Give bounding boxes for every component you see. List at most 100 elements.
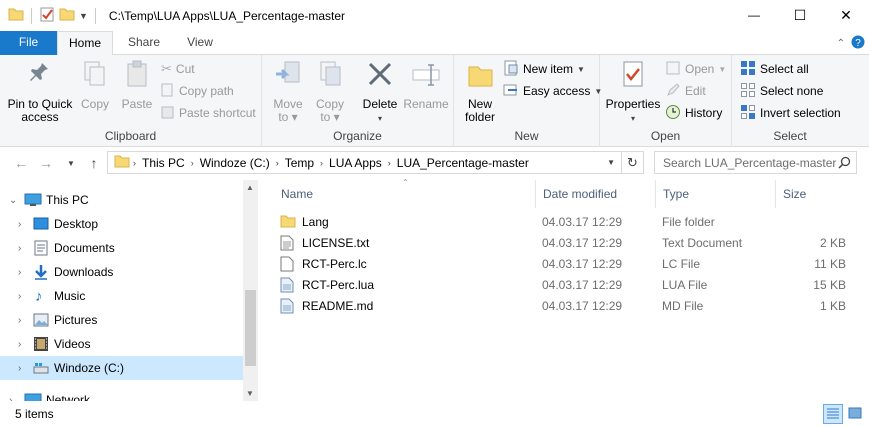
properties-icon[interactable] [39,6,55,25]
select-all-button[interactable]: Select all [740,59,809,79]
address-bar[interactable]: › This PC › Windoze (C:) › Temp › LUA Ap… [107,151,644,174]
nav-item-music[interactable]: › ♪ Music [0,284,243,308]
chevron-right-icon[interactable]: › [317,158,326,168]
customize-toolbar-icon[interactable]: ▼ [79,11,88,21]
address-dropdown-icon[interactable]: ▼ [607,158,615,167]
rename-button[interactable]: Rename [402,59,450,111]
delete-button[interactable]: Delete ▾ [358,59,402,125]
scrollbar-thumb[interactable] [245,290,256,366]
refresh-button[interactable]: ↻ [621,152,643,173]
chevron-right-icon[interactable]: › [18,363,21,374]
navigation-pane: ⌄ This PC › Desktop › Documents › Downlo… [0,180,258,401]
close-button[interactable]: ✕ [823,0,869,30]
recent-locations-button[interactable]: ▼ [62,154,80,172]
copy-to-button[interactable]: Copy to ▾ [310,59,350,124]
nav-scrollbar[interactable]: ▲ ▼ [243,180,258,401]
search-icon[interactable] [838,156,851,172]
paste-button[interactable]: Paste [118,59,156,111]
properties-button[interactable]: Properties ▾ [604,59,662,125]
nav-item-windoze-c[interactable]: › Windoze (C:) [0,356,243,380]
open-button[interactable]: Open ▼ [665,59,726,79]
select-all-icon [740,60,756,79]
help-icon[interactable]: ? [851,35,865,52]
collapse-ribbon-icon[interactable]: ⌃ [837,38,845,49]
edit-button[interactable]: Edit [665,81,706,101]
quick-access-toolbar: ▼ [0,6,99,25]
copy-to-icon [310,59,350,94]
tab-home[interactable]: Home [57,31,113,56]
divider [94,7,96,24]
nav-item-this-pc[interactable]: ⌄ This PC [0,188,243,212]
nav-item-network[interactable]: › Network [0,388,243,401]
new-folder-icon[interactable] [59,7,75,24]
tab-file[interactable]: File [0,31,57,55]
chevron-right-icon[interactable]: › [188,158,197,168]
chevron-right-icon[interactable]: › [385,158,394,168]
nav-item-downloads[interactable]: › Downloads [0,260,243,284]
maximize-button[interactable]: ☐ [777,0,823,30]
copy-button[interactable]: Copy [76,59,114,111]
copy-path-button[interactable]: Copy path [161,81,234,101]
pin-to-quick-access-button[interactable]: Pin to Quick access [6,59,74,124]
invert-selection-label: Invert selection [760,106,841,120]
paste-shortcut-button[interactable]: Paste shortcut [161,103,256,123]
breadcrumb-drive[interactable]: Windoze (C:) [197,156,273,170]
nav-item-desktop[interactable]: › Desktop [0,212,243,236]
file-row[interactable]: RCT-Perc.lc 04.03.17 12:29 LC File 11 KB [274,254,862,275]
history-button[interactable]: History [665,103,722,123]
chevron-right-icon[interactable]: › [18,315,21,326]
file-row[interactable]: README.md 04.03.17 12:29 MD File 1 KB [274,296,862,317]
file-row[interactable]: RCT-Perc.lua 04.03.17 12:29 LUA File 15 … [274,275,862,296]
tab-view[interactable]: View [174,31,226,55]
chevron-right-icon[interactable]: › [9,395,12,402]
column-header-date-modified[interactable]: Date modified [536,180,656,208]
breadcrumb-lua-apps[interactable]: LUA Apps [326,156,385,170]
chevron-down-icon[interactable]: ⌄ [9,195,17,206]
easy-access-button[interactable]: Easy access ▼ [503,81,602,101]
large-icons-view-icon [848,407,862,422]
breadcrumb-temp[interactable]: Temp [282,156,317,170]
breadcrumb-current-folder[interactable]: LUA_Percentage-master [394,156,532,170]
nav-item-pictures[interactable]: › Pictures [0,308,243,332]
invert-selection-button[interactable]: Invert selection [740,103,841,123]
chevron-right-icon[interactable]: › [18,243,21,254]
file-type: File folder [662,215,715,229]
forward-button[interactable]: → [37,154,55,172]
status-bar: 5 items [0,402,869,427]
column-header-size[interactable]: Size [776,180,856,208]
file-size: 11 KB [814,257,846,271]
chevron-right-icon[interactable]: › [273,158,282,168]
chevron-right-icon[interactable]: › [18,219,21,230]
large-icons-view-button[interactable] [845,404,865,424]
tab-share[interactable]: Share [116,31,172,55]
new-item-button[interactable]: New item ▼ [503,59,585,79]
minimize-button[interactable]: — [731,0,777,30]
file-type: Text Document [662,236,743,250]
search-input[interactable]: Search LUA_Percentage-master [654,151,857,174]
column-header-name[interactable]: Name [274,180,536,208]
chevron-right-icon[interactable]: › [130,158,139,168]
delete-dropdown-caret: ▾ [377,114,382,123]
breadcrumb-this-pc[interactable]: This PC [139,156,188,170]
details-view-button[interactable] [823,404,843,424]
up-button[interactable]: ↑ [85,154,103,172]
forward-arrow-icon: → [39,155,53,171]
nav-item-documents[interactable]: › Documents [0,236,243,260]
copy-path-icon [161,83,175,100]
file-row[interactable]: LICENSE.txt 04.03.17 12:29 Text Document… [274,233,862,254]
chevron-right-icon[interactable]: › [18,339,21,350]
cut-button[interactable]: ✂ Cut [161,59,195,79]
back-arrow-icon: ← [14,155,28,171]
select-none-button[interactable]: Select none [740,81,823,101]
nav-item-videos[interactable]: › Videos [0,332,243,356]
organize-group: Move to ▾ Copy to ▾ Delete ▾ Rename Orga… [262,55,454,147]
file-row[interactable]: Lang 04.03.17 12:29 File folder [274,212,862,233]
column-header-type[interactable]: Type [656,180,776,208]
chevron-right-icon[interactable]: › [18,267,21,278]
back-button[interactable]: ← [12,154,30,172]
scroll-down-icon[interactable]: ▼ [246,389,254,398]
new-folder-button[interactable]: New folder [460,59,500,124]
scroll-up-icon[interactable]: ▲ [246,183,254,192]
chevron-right-icon[interactable]: › [18,291,21,302]
move-to-button[interactable]: Move to ▾ [268,59,308,124]
